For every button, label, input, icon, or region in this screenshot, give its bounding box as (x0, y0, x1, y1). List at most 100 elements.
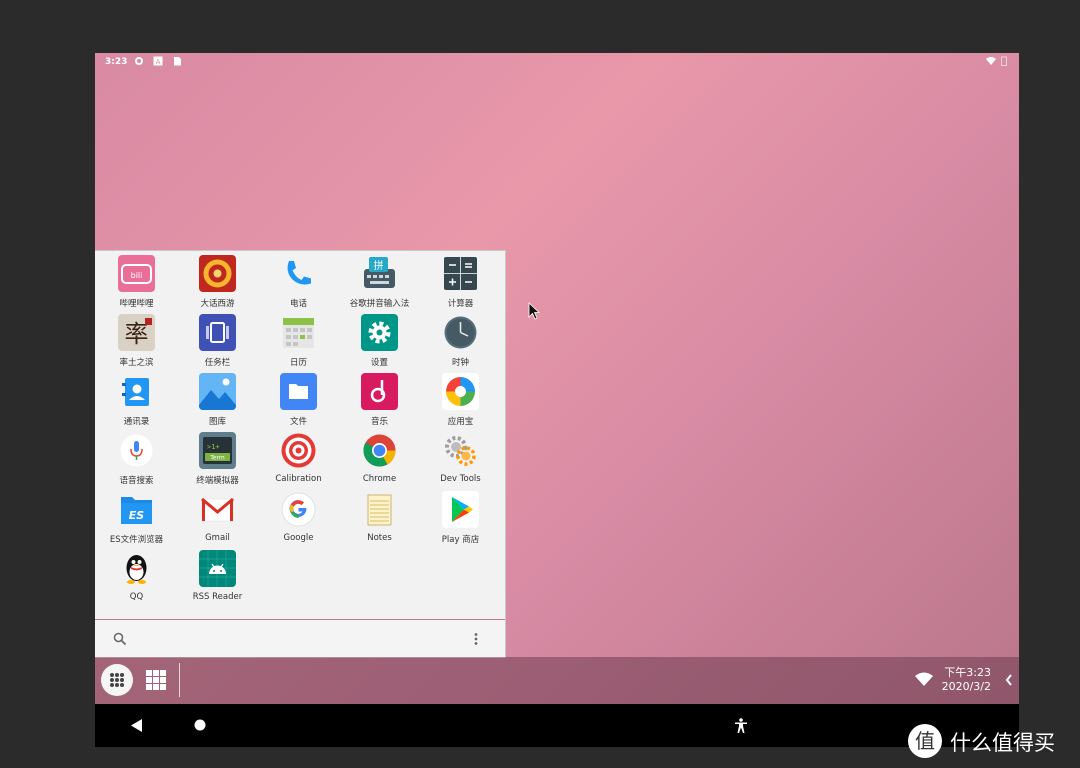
svg-text:A: A (156, 58, 161, 66)
app-terminal[interactable]: >1+ Term 终端模拟器 (177, 428, 258, 487)
app-google[interactable]: Google (258, 487, 339, 546)
wifi-status-icon (986, 57, 996, 65)
app-drawer-button[interactable] (101, 664, 133, 696)
taskbar-clock[interactable]: 下午3:23 2020/3/2 (937, 666, 991, 694)
app-label: ES文件浏览器 (109, 535, 164, 545)
battery-icon (1001, 56, 1007, 66)
settings-notification-icon (135, 57, 143, 65)
watermark-logo: 值 (908, 724, 942, 758)
music-icon (361, 373, 398, 410)
wifi-icon[interactable] (915, 672, 933, 686)
app-dev-tools[interactable]: Dev Tools (420, 428, 501, 487)
mouse-cursor-icon (528, 302, 540, 320)
app-label: 设置 (370, 358, 388, 368)
calibration-icon (280, 432, 317, 469)
yingyongbao-icon (442, 373, 479, 410)
app-rss-reader[interactable]: RSS Reader (177, 546, 258, 605)
android-screen: 3:23 A bili 哔哩哔哩 大话西游 电话 拼 谷歌拼音输入法 计算器 率… (95, 53, 1019, 747)
gmail-icon (199, 491, 236, 528)
app-label: RSS Reader (192, 592, 243, 602)
app-google-pinyin[interactable]: 拼 谷歌拼音输入法 (339, 251, 420, 310)
app-calibration[interactable]: Calibration (258, 428, 339, 487)
svg-text:拼: 拼 (374, 259, 384, 272)
terminal-icon: >1+ Term (199, 432, 236, 469)
app-label: 通讯录 (123, 417, 150, 427)
app-es-file-explorer[interactable]: ES ES文件浏览器 (96, 487, 177, 546)
svg-text:ES: ES (129, 509, 145, 522)
app-dahuaxiyou[interactable]: 大话西游 (177, 251, 258, 310)
app-notes[interactable]: Notes (339, 487, 420, 546)
calendar-icon (280, 314, 317, 351)
taskbar-time: 下午3:23 (944, 666, 991, 679)
app-label: 文件 (289, 417, 307, 427)
settings-icon (361, 314, 398, 351)
app-gmail[interactable]: Gmail (177, 487, 258, 546)
app-label: 语音搜索 (119, 476, 154, 486)
keyboard-a-icon: A (153, 56, 163, 66)
play-store-icon (442, 491, 479, 528)
files-icon (280, 373, 317, 410)
status-bar: 3:23 A (95, 53, 1019, 71)
app-shuaituzhibin[interactable]: 率 率土之滨 (96, 310, 177, 369)
accessibility-icon[interactable] (735, 718, 747, 733)
app-label: Notes (367, 533, 392, 543)
app-taskbar[interactable]: 任务栏 (177, 310, 258, 369)
app-label: Gmail (205, 533, 230, 543)
taskbar: 下午3:23 2020/3/2 (95, 657, 1019, 704)
svg-text:>1+: >1+ (207, 443, 220, 451)
app-gallery[interactable]: 图库 (177, 369, 258, 428)
app-label: Calibration (275, 474, 322, 484)
clock-icon (442, 314, 479, 351)
es-file-explorer-icon: ES (118, 491, 155, 528)
google-icon (280, 491, 317, 528)
app-drawer: bili 哔哩哔哩 大话西游 电话 拼 谷歌拼音输入法 计算器 率 率土之滨 任… (95, 250, 506, 658)
search-icon[interactable] (113, 632, 127, 646)
taskbar-date: 2020/3/2 (941, 680, 991, 693)
dahuaxiyou-icon (199, 255, 236, 292)
app-chrome[interactable]: Chrome (339, 428, 420, 487)
app-bilibili[interactable]: bili 哔哩哔哩 (96, 251, 177, 310)
app-phone[interactable]: 电话 (258, 251, 339, 310)
app-contacts[interactable]: 通讯录 (96, 369, 177, 428)
app-voice-search[interactable]: 语音搜索 (96, 428, 177, 487)
app-qq[interactable]: QQ (96, 546, 177, 605)
app-label: 任务栏 (204, 358, 231, 368)
app-calculator[interactable]: 计算器 (420, 251, 501, 310)
home-icon[interactable] (194, 719, 206, 731)
chevron-left-icon[interactable] (1005, 674, 1013, 686)
gallery-icon (199, 373, 236, 410)
overview-grid-button[interactable] (146, 670, 166, 690)
sd-card-icon (174, 57, 181, 66)
status-time: 3:23 (105, 57, 128, 67)
phone-icon (280, 255, 317, 292)
app-label: QQ (129, 592, 144, 602)
notes-icon (361, 491, 398, 528)
calculator-icon (442, 255, 479, 292)
app-label: Play 商店 (441, 535, 480, 545)
dev-tools-icon (442, 432, 479, 469)
voice-search-icon (118, 432, 155, 469)
app-label: 日历 (289, 358, 307, 368)
back-icon[interactable] (131, 719, 143, 732)
navigation-bar (95, 704, 1019, 747)
qq-icon (118, 550, 155, 587)
rss-reader-icon (199, 550, 236, 587)
launcher-search-bar[interactable] (95, 619, 505, 658)
app-files[interactable]: 文件 (258, 369, 339, 428)
app-label: Chrome (362, 474, 397, 484)
app-music[interactable]: 音乐 (339, 369, 420, 428)
svg-text:Term: Term (209, 455, 225, 462)
app-label: 终端模拟器 (196, 476, 239, 486)
bilibili-icon: bili (118, 255, 155, 292)
app-clock[interactable]: 时钟 (420, 310, 501, 369)
app-calendar[interactable]: 日历 (258, 310, 339, 369)
app-play-store[interactable]: Play 商店 (420, 487, 501, 546)
more-options-icon[interactable] (473, 632, 479, 646)
app-settings[interactable]: 设置 (339, 310, 420, 369)
app-label: 音乐 (370, 417, 388, 427)
app-label: 大话西游 (200, 299, 235, 309)
chrome-icon (361, 432, 398, 469)
apps-dots-icon (110, 673, 124, 687)
app-yingyongbao[interactable]: 应用宝 (420, 369, 501, 428)
app-label: 哔哩哔哩 (119, 299, 154, 309)
